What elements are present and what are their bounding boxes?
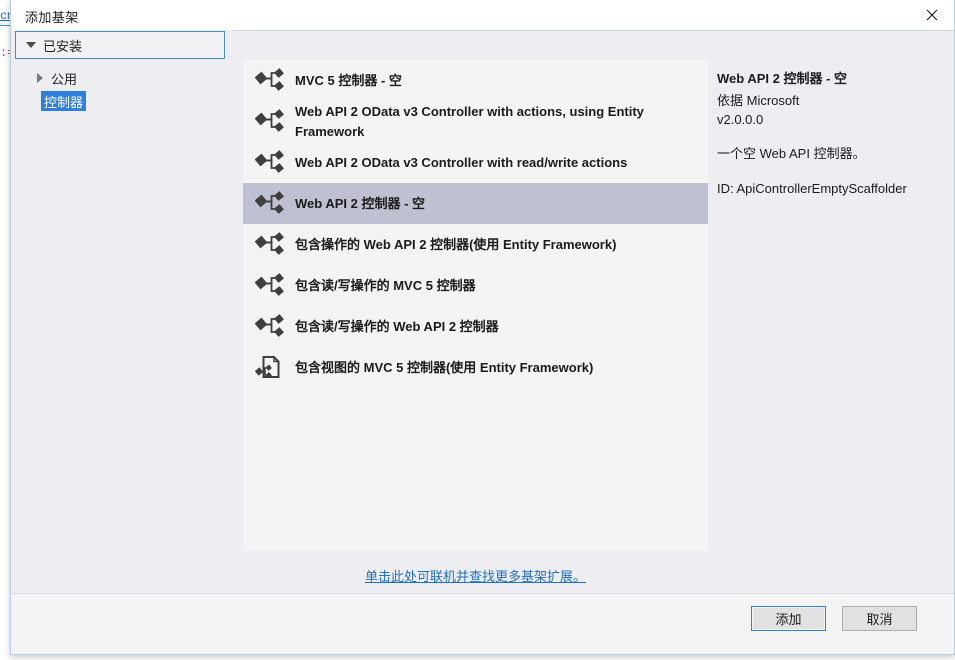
background-rule (0, 25, 10, 26)
category-tree: 已安装 公用 控制器 (11, 30, 233, 594)
scaffold-icon (251, 229, 289, 261)
scaffold-list[interactable]: MVC 5 控制器 - 空 Web API 2 OData v3 Control… (243, 60, 708, 551)
scaffold-document-icon (251, 352, 289, 384)
detail-author: 依据 Microsoft (717, 93, 800, 108)
chevron-down-icon (26, 42, 36, 48)
tree-item-public-label: 公用 (51, 71, 78, 87)
list-item-label: 包含视图的 MVC 5 控制器(使用 Entity Framework) (295, 359, 594, 375)
list-item-label: 包含操作的 Web API 2 控制器(使用 Entity Framework) (295, 236, 617, 252)
chevron-right-icon (37, 73, 43, 83)
add-scaffold-dialog: 添加基架 已安装 公用 控制器 MVC 5 控制器 - 空 Web API 2 … (10, 0, 955, 655)
scaffold-details-panel: Web API 2 控制器 - 空 依据 Microsoft v2.0.0.0 … (708, 60, 954, 551)
add-button[interactable]: 添加 (751, 606, 826, 631)
dialog-titlebar: 添加基架 (11, 0, 954, 31)
list-item[interactable]: 包含读/写操作的 MVC 5 控制器 (243, 265, 708, 306)
list-item-selected[interactable]: Web API 2 控制器 - 空 (243, 183, 708, 224)
list-item-label: MVC 5 控制器 - 空 (295, 72, 402, 88)
scaffold-icon (251, 270, 289, 302)
close-icon[interactable] (910, 0, 954, 29)
list-item-label: 包含读/写操作的 MVC 5 控制器 (295, 277, 476, 293)
dialog-footer: 添加 取消 (11, 593, 954, 654)
scaffold-icon (251, 106, 289, 138)
tree-item-controller[interactable]: 控制器 (41, 91, 87, 111)
scaffold-icon (251, 188, 289, 220)
detail-description: 一个空 Web API 控制器。 (717, 146, 866, 161)
list-item[interactable]: Web API 2 OData v3 Controller with read/… (243, 142, 708, 183)
list-item-label: Web API 2 控制器 - 空 (295, 195, 426, 211)
tree-item-controller-label: 控制器 (44, 94, 84, 110)
list-item[interactable]: 包含操作的 Web API 2 控制器(使用 Entity Framework) (243, 224, 708, 265)
list-item[interactable]: 包含读/写操作的 Web API 2 控制器 (243, 306, 708, 347)
scaffold-icon (251, 147, 289, 179)
list-item[interactable]: MVC 5 控制器 - 空 (243, 60, 708, 101)
list-item-label: 包含读/写操作的 Web API 2 控制器 (295, 318, 499, 334)
detail-id: ID: ApiControllerEmptyScaffolder (717, 181, 907, 196)
tree-item-installed[interactable]: 已安装 (15, 31, 225, 59)
list-item[interactable]: Web API 2 OData v3 Controller with actio… (243, 101, 708, 142)
detail-title: Web API 2 控制器 - 空 (717, 71, 848, 86)
detail-version: v2.0.0.0 (717, 112, 764, 127)
cancel-button[interactable]: 取消 (842, 606, 917, 631)
list-item[interactable]: 包含视图的 MVC 5 控制器(使用 Entity Framework) (243, 347, 708, 388)
dialog-title: 添加基架 (25, 10, 79, 25)
tree-item-public[interactable]: 公用 (15, 68, 77, 88)
tree-item-installed-label: 已安装 (43, 38, 83, 54)
scaffold-icon (251, 65, 289, 97)
scaffold-icon (251, 311, 289, 343)
find-more-scaffolds-link[interactable]: 单击此处可联机并查找更多基架扩展。 (365, 566, 586, 585)
online-link-container: 单击此处可联机并查找更多基架扩展。 (243, 551, 708, 599)
list-item-label: Web API 2 OData v3 Controller with actio… (295, 103, 644, 139)
list-item-label: Web API 2 OData v3 Controller with read/… (295, 154, 628, 170)
